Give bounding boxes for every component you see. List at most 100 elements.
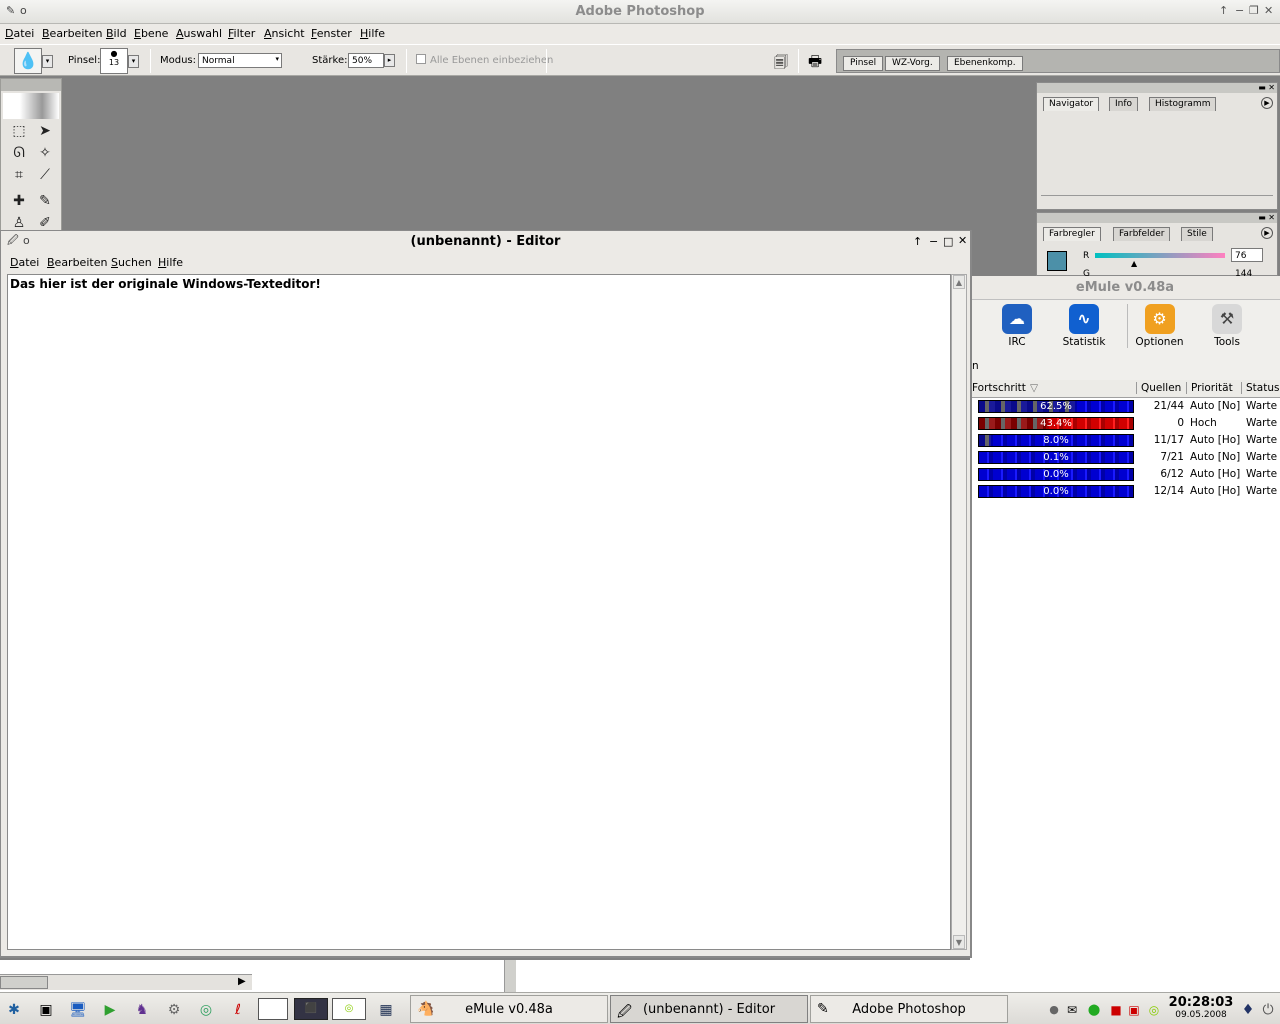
task-editor[interactable]: 🖉 (unbenannt) - Editor bbox=[610, 995, 808, 1023]
tab-stile[interactable]: Stile bbox=[1181, 227, 1213, 241]
file-manager-icon[interactable]: ⚙ bbox=[164, 1000, 184, 1020]
menu-bild[interactable]: Bild bbox=[106, 27, 127, 40]
well-tab-wz-vorg[interactable]: WZ-Vorg. bbox=[885, 56, 940, 71]
tab-histogramm[interactable]: Histogramm bbox=[1149, 97, 1217, 111]
color-r-input[interactable]: 76 bbox=[1231, 248, 1263, 262]
menu-hilfe[interactable]: Hilfe bbox=[360, 27, 385, 40]
restore-icon[interactable]: ❐ bbox=[1249, 4, 1259, 17]
foreground-color-swatch[interactable] bbox=[1047, 251, 1067, 271]
table-row[interactable]: 8.0% 11/17 Auto [Ho] Warte bbox=[970, 432, 1280, 449]
minimize-icon[interactable]: − bbox=[1235, 4, 1244, 17]
tray-status-icon[interactable]: ⬤ bbox=[1084, 1000, 1104, 1020]
tray-network-icon[interactable]: ● bbox=[1044, 1000, 1064, 1020]
editor-menu-bearbeiten[interactable]: Bearbeiten bbox=[47, 256, 107, 269]
close-icon[interactable]: ✕ bbox=[1264, 4, 1273, 17]
strength-input[interactable]: 50% bbox=[348, 53, 384, 68]
col-status[interactable]: Status bbox=[1241, 382, 1279, 394]
table-row[interactable]: 0.0% 12/14 Auto [Ho] Warte bbox=[970, 483, 1280, 500]
palette-menu-icon[interactable]: ▶ bbox=[1261, 227, 1273, 239]
photoshop-feather-logo[interactable] bbox=[3, 93, 59, 119]
brush-tool-icon[interactable]: ✎ bbox=[35, 191, 55, 211]
marquee-tool-icon[interactable]: ⬚ bbox=[9, 121, 29, 141]
show-desktop-icon[interactable]: ▣ bbox=[36, 1000, 56, 1020]
move-tool-icon[interactable]: ➤ bbox=[35, 121, 55, 141]
well-tab-pinsel[interactable]: Pinsel bbox=[843, 56, 884, 71]
healing-brush-tool-icon[interactable]: ✚ bbox=[9, 191, 29, 211]
menu-datei[interactable]: Datei bbox=[5, 27, 34, 40]
wine-launcher-icon[interactable]: ♞ bbox=[132, 1000, 152, 1020]
menu-ansicht[interactable]: Ansicht bbox=[264, 27, 305, 40]
editor-menu-hilfe[interactable]: Hilfe bbox=[158, 256, 183, 269]
screen-icon[interactable]: ▦ bbox=[376, 1000, 396, 1020]
slice-tool-icon[interactable]: ⟋ bbox=[35, 165, 55, 185]
file-browser-icon[interactable]: 🗐 bbox=[774, 52, 788, 76]
editor-textarea[interactable]: Das hier ist der originale Windows-Texte… bbox=[7, 274, 951, 950]
editor-menu-datei[interactable]: Datei bbox=[10, 256, 39, 269]
tab-navigator[interactable]: Navigator bbox=[1043, 97, 1100, 111]
slider-thumb-icon[interactable]: ▲ bbox=[1131, 259, 1137, 268]
close-icon[interactable]: ✕ bbox=[958, 234, 967, 247]
well-tab-ebenenkomp[interactable]: Ebenenkomp. bbox=[947, 56, 1023, 71]
workspace-3[interactable]: ◎ bbox=[332, 998, 366, 1020]
lasso-tool-icon[interactable]: ᘏ bbox=[9, 143, 29, 163]
shade-up-icon[interactable]: ↑ bbox=[913, 235, 922, 248]
scroll-up-icon[interactable]: ▲ bbox=[953, 275, 965, 289]
task-photoshop[interactable]: ✎ Adobe Photoshop bbox=[810, 995, 1008, 1023]
all-layers-checkbox[interactable] bbox=[416, 54, 426, 64]
menu-ebene[interactable]: Ebene bbox=[134, 27, 168, 40]
table-row[interactable]: 43.4% 0 Hoch Warte bbox=[970, 415, 1280, 432]
color-r-slider[interactable] bbox=[1095, 253, 1225, 258]
table-row[interactable]: 0.0% 6/12 Auto [Ho] Warte bbox=[970, 466, 1280, 483]
blur-tool-preset-icon[interactable]: 💧 bbox=[14, 48, 42, 74]
irc-button[interactable]: ☁ IRC bbox=[985, 304, 1049, 348]
minimize-icon[interactable]: − bbox=[929, 235, 938, 248]
scroll-down-icon[interactable]: ▼ bbox=[953, 935, 965, 949]
menu-fenster[interactable]: Fenster bbox=[311, 27, 352, 40]
palette-buttons-icon[interactable]: ▬ ✕ bbox=[1258, 83, 1275, 92]
tray-power-icon[interactable]: ⏻ bbox=[1258, 1000, 1278, 1020]
tray-wine-icon[interactable]: ■ bbox=[1106, 1000, 1126, 1020]
tray-app-icon[interactable]: ▣ bbox=[1124, 1000, 1144, 1020]
printer-icon[interactable]: 🖶 bbox=[808, 51, 822, 76]
tool-preset-dropdown[interactable]: ▾ bbox=[42, 55, 53, 68]
emule-titlebar[interactable]: eMule v0.48a bbox=[970, 276, 1280, 300]
terminal-icon[interactable]: 🖥 bbox=[68, 1000, 88, 1020]
optionen-button[interactable]: ⚙ Optionen bbox=[1127, 304, 1191, 348]
menu-filter[interactable]: Filter bbox=[228, 27, 255, 40]
tray-mail-icon[interactable]: ✉ bbox=[1062, 1000, 1082, 1020]
background-horizontal-scrollbar[interactable]: ▶ bbox=[0, 974, 252, 990]
shade-up-icon[interactable]: ↑ bbox=[1219, 4, 1228, 17]
palette-buttons-icon[interactable]: ▬ ✕ bbox=[1258, 213, 1275, 222]
col-quellen[interactable]: Quellen bbox=[1136, 382, 1181, 394]
clock[interactable]: 20:28:03 09.05.2008 bbox=[1168, 995, 1234, 1020]
palette-header[interactable]: ▬ ✕ bbox=[1037, 213, 1277, 223]
palette-menu-icon[interactable]: ▶ bbox=[1261, 97, 1273, 109]
media-player-icon[interactable]: ▶ bbox=[100, 1000, 120, 1020]
tab-farbfelder[interactable]: Farbfelder bbox=[1113, 227, 1171, 241]
tools-button[interactable]: ⚒ Tools bbox=[1195, 304, 1259, 348]
toolbox-header[interactable] bbox=[1, 79, 61, 91]
brush-dropdown[interactable]: ▾ bbox=[128, 55, 139, 68]
editor-titlebar[interactable]: 🖉 o (unbenannt) - Editor ↑ − □ ✕ bbox=[1, 231, 970, 253]
magic-wand-tool-icon[interactable]: ✧ bbox=[35, 143, 55, 163]
photoshop-titlebar[interactable]: ✎ o Adobe Photoshop ↑ − ❐ ✕ bbox=[0, 0, 1280, 24]
navigator-zoom-slider[interactable] bbox=[1041, 195, 1273, 207]
scroll-thumb[interactable] bbox=[0, 976, 48, 989]
office-launcher-icon[interactable]: ℓ bbox=[228, 1000, 248, 1020]
col-fortschritt[interactable]: Fortschritt bbox=[972, 382, 1026, 394]
tab-farbregler[interactable]: Farbregler bbox=[1043, 227, 1101, 241]
menu-auswahl[interactable]: Auswahl bbox=[176, 27, 222, 40]
workspace-1[interactable] bbox=[258, 998, 288, 1020]
statistik-button[interactable]: ∿ Statistik bbox=[1052, 304, 1116, 348]
palette-header[interactable]: ▬ ✕ bbox=[1037, 83, 1277, 93]
tab-info[interactable]: Info bbox=[1109, 97, 1139, 111]
strength-slider-button[interactable]: ▸ bbox=[384, 54, 395, 67]
table-row[interactable]: 62.5% 21/44 Auto [No] Warte bbox=[970, 398, 1280, 415]
partial-toolbar-label[interactable]: n bbox=[972, 360, 979, 372]
start-menu-icon[interactable]: ✱ bbox=[4, 1000, 24, 1020]
crop-tool-icon[interactable]: ⌗ bbox=[9, 165, 29, 185]
maximize-icon[interactable]: □ bbox=[943, 235, 953, 248]
menu-bearbeiten[interactable]: Bearbeiten bbox=[42, 27, 102, 40]
mode-select[interactable]: Normal ▾ bbox=[198, 53, 282, 68]
workspace-2[interactable]: ⬛ bbox=[294, 998, 328, 1020]
